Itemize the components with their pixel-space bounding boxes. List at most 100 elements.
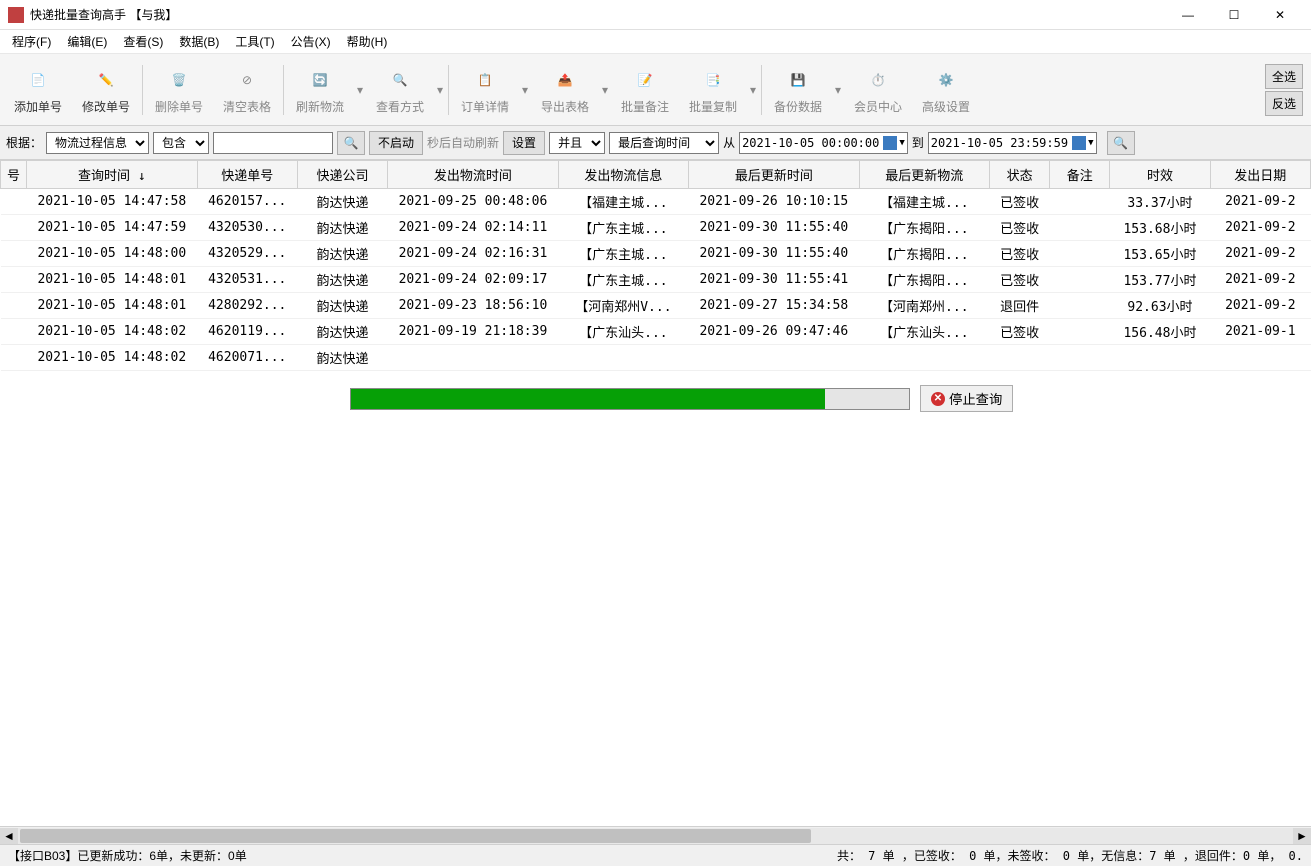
toolbar-备份数据[interactable]: 💾备份数据 <box>764 57 832 123</box>
status-bar: 【接口B03】已更新成功：6单，未更新：0单 共： 7 单 ，已签收： 0 单，… <box>0 844 1311 866</box>
maximize-button[interactable]: ☐ <box>1211 0 1257 30</box>
toolbar-导出表格[interactable]: 📤导出表格 <box>531 57 599 123</box>
toolbar-清空表格[interactable]: ⊘清空表格 <box>213 57 281 123</box>
column-header[interactable]: 快递单号 <box>197 161 297 189</box>
toolbar-dropdown[interactable]: ▾ <box>434 57 446 123</box>
table-cell: 2021-09-26 09:47:46 <box>689 319 860 345</box>
toolbar-icon: 📋 <box>469 64 501 96</box>
app-icon <box>8 7 24 23</box>
menu-help[interactable]: 帮助(H) <box>341 31 394 52</box>
chevron-down-icon: ▼ <box>899 138 904 148</box>
search-button[interactable]: 🔍 <box>337 131 365 155</box>
toolbar-批量复制[interactable]: 📑批量复制 <box>679 57 747 123</box>
menu-edit[interactable]: 编辑(E) <box>61 31 113 52</box>
menu-view[interactable]: 查看(S) <box>117 31 169 52</box>
toolbar-icon: 🗑️ <box>163 64 195 96</box>
scroll-thumb[interactable] <box>20 829 811 843</box>
toolbar-label: 备份数据 <box>774 98 822 115</box>
invert-selection-button[interactable]: 反选 <box>1265 91 1303 116</box>
table-row[interactable]: 2021-10-05 14:47:584620157...韵达快递2021-09… <box>1 189 1311 215</box>
filter-field-select[interactable]: 物流过程信息 <box>46 132 149 154</box>
table-row[interactable]: 2021-10-05 14:48:004320529...韵达快递2021-09… <box>1 241 1311 267</box>
table-cell <box>689 345 860 371</box>
column-header[interactable]: 号 <box>1 161 27 189</box>
toolbar-dropdown[interactable]: ▾ <box>747 57 759 123</box>
toolbar-dropdown[interactable]: ▾ <box>519 57 531 123</box>
toolbar-删除单号[interactable]: 🗑️删除单号 <box>145 57 213 123</box>
table-row[interactable]: 2021-10-05 14:48:024620071...韵达快递 <box>1 345 1311 371</box>
table-cell <box>1 267 27 293</box>
stop-query-button[interactable]: ✕ 停止查询 <box>920 385 1013 412</box>
no-start-button[interactable]: 不启动 <box>369 131 423 155</box>
table-cell <box>388 345 559 371</box>
menu-data[interactable]: 数据(B) <box>173 31 225 52</box>
column-header[interactable]: 备注 <box>1050 161 1110 189</box>
date-to-input[interactable]: 2021-10-05 23:59:59▼ <box>928 132 1097 154</box>
table-cell: 已签收 <box>989 319 1049 345</box>
table-row[interactable]: 2021-10-05 14:48:024620119...韵达快递2021-09… <box>1 319 1311 345</box>
table-cell: 2021-09-24 02:09:17 <box>388 267 559 293</box>
table-cell: 4620157... <box>197 189 297 215</box>
toolbar-查看方式[interactable]: 🔍查看方式 <box>366 57 434 123</box>
column-header[interactable]: 发出日期 <box>1210 161 1310 189</box>
toolbar-dropdown[interactable]: ▾ <box>832 57 844 123</box>
filter-op-select[interactable]: 包含 <box>153 132 209 154</box>
toolbar-label: 订单详情 <box>461 98 509 115</box>
filter-root-label: 根据： <box>6 134 42 151</box>
toolbar-label: 修改单号 <box>82 98 130 115</box>
filter-logic-select[interactable]: 并且 <box>549 132 605 154</box>
toolbar-修改单号[interactable]: ✏️ 修改单号 <box>72 57 140 123</box>
column-header[interactable]: 时效 <box>1110 161 1210 189</box>
filter-timefield-select[interactable]: 最后查询时间 <box>609 132 719 154</box>
table-area: 号查询时间 ↓快递单号快递公司发出物流时间发出物流信息最后更新时间最后更新物流状… <box>0 160 1311 826</box>
settings-button[interactable]: 设置 <box>503 131 545 155</box>
scroll-left-arrow[interactable]: ◄ <box>0 828 18 844</box>
close-button[interactable]: ✕ <box>1257 0 1303 30</box>
horizontal-scrollbar[interactable]: ◄ ► <box>0 826 1311 844</box>
table-cell: 2021-09-26 10:10:15 <box>689 189 860 215</box>
table-cell <box>1210 345 1310 371</box>
column-header[interactable]: 快递公司 <box>297 161 387 189</box>
table-cell <box>1 345 27 371</box>
toolbar-批量备注[interactable]: 📝批量备注 <box>611 57 679 123</box>
column-header[interactable]: 发出物流时间 <box>388 161 559 189</box>
table-cell: 2021-10-05 14:47:59 <box>27 215 198 241</box>
toolbar-icon: 🔍 <box>384 64 416 96</box>
select-all-button[interactable]: 全选 <box>1265 64 1303 89</box>
table-row[interactable]: 2021-10-05 14:48:014320531...韵达快递2021-09… <box>1 267 1311 293</box>
minimize-button[interactable]: — <box>1165 0 1211 30</box>
table-cell: 【广东汕头... <box>859 319 989 345</box>
toolbar-icon: 📤 <box>549 64 581 96</box>
toolbar-刷新物流[interactable]: 🔄刷新物流 <box>286 57 354 123</box>
table-cell: 2021-09-23 18:56:10 <box>388 293 559 319</box>
table-row[interactable]: 2021-10-05 14:48:014280292...韵达快递2021-09… <box>1 293 1311 319</box>
toolbar-dropdown[interactable]: ▾ <box>599 57 611 123</box>
table-row[interactable]: 2021-10-05 14:47:594320530...韵达快递2021-09… <box>1 215 1311 241</box>
column-header[interactable]: 最后更新物流 <box>859 161 989 189</box>
column-header[interactable]: 发出物流信息 <box>558 161 688 189</box>
toolbar-会员中心[interactable]: ⏱️会员中心 <box>844 57 912 123</box>
table-cell: 2021-09-2 <box>1210 215 1310 241</box>
table-cell: 退回件 <box>989 293 1049 319</box>
toolbar-dropdown[interactable]: ▾ <box>354 57 366 123</box>
table-cell: 【广东主城... <box>558 267 688 293</box>
table-cell: 2021-09-2 <box>1210 241 1310 267</box>
toolbar-订单详情[interactable]: 📋 订单详情 <box>451 57 519 123</box>
toolbar-icon: ✏️ <box>90 64 122 96</box>
date-search-button[interactable]: 🔍 <box>1107 131 1135 155</box>
column-header[interactable]: 状态 <box>989 161 1049 189</box>
toolbar-高级设置[interactable]: ⚙️高级设置 <box>912 57 980 123</box>
date-from-input[interactable]: 2021-10-05 00:00:00▼ <box>739 132 908 154</box>
column-header[interactable]: 最后更新时间 <box>689 161 860 189</box>
menu-tools[interactable]: 工具(T) <box>229 31 280 52</box>
toolbar-添加单号[interactable]: 📄添加单号 <box>4 57 72 123</box>
window-title: 快递批量查询高手 【与我】 <box>30 6 1165 23</box>
table-cell: 韵达快递 <box>297 215 387 241</box>
menu-program[interactable]: 程序(F) <box>6 31 57 52</box>
column-header[interactable]: 查询时间 ↓ <box>27 161 198 189</box>
filter-value-input[interactable] <box>213 132 333 154</box>
scroll-right-arrow[interactable]: ► <box>1293 828 1311 844</box>
menu-notice[interactable]: 公告(X) <box>285 31 337 52</box>
table-cell <box>1050 241 1110 267</box>
table-cell <box>1110 345 1210 371</box>
